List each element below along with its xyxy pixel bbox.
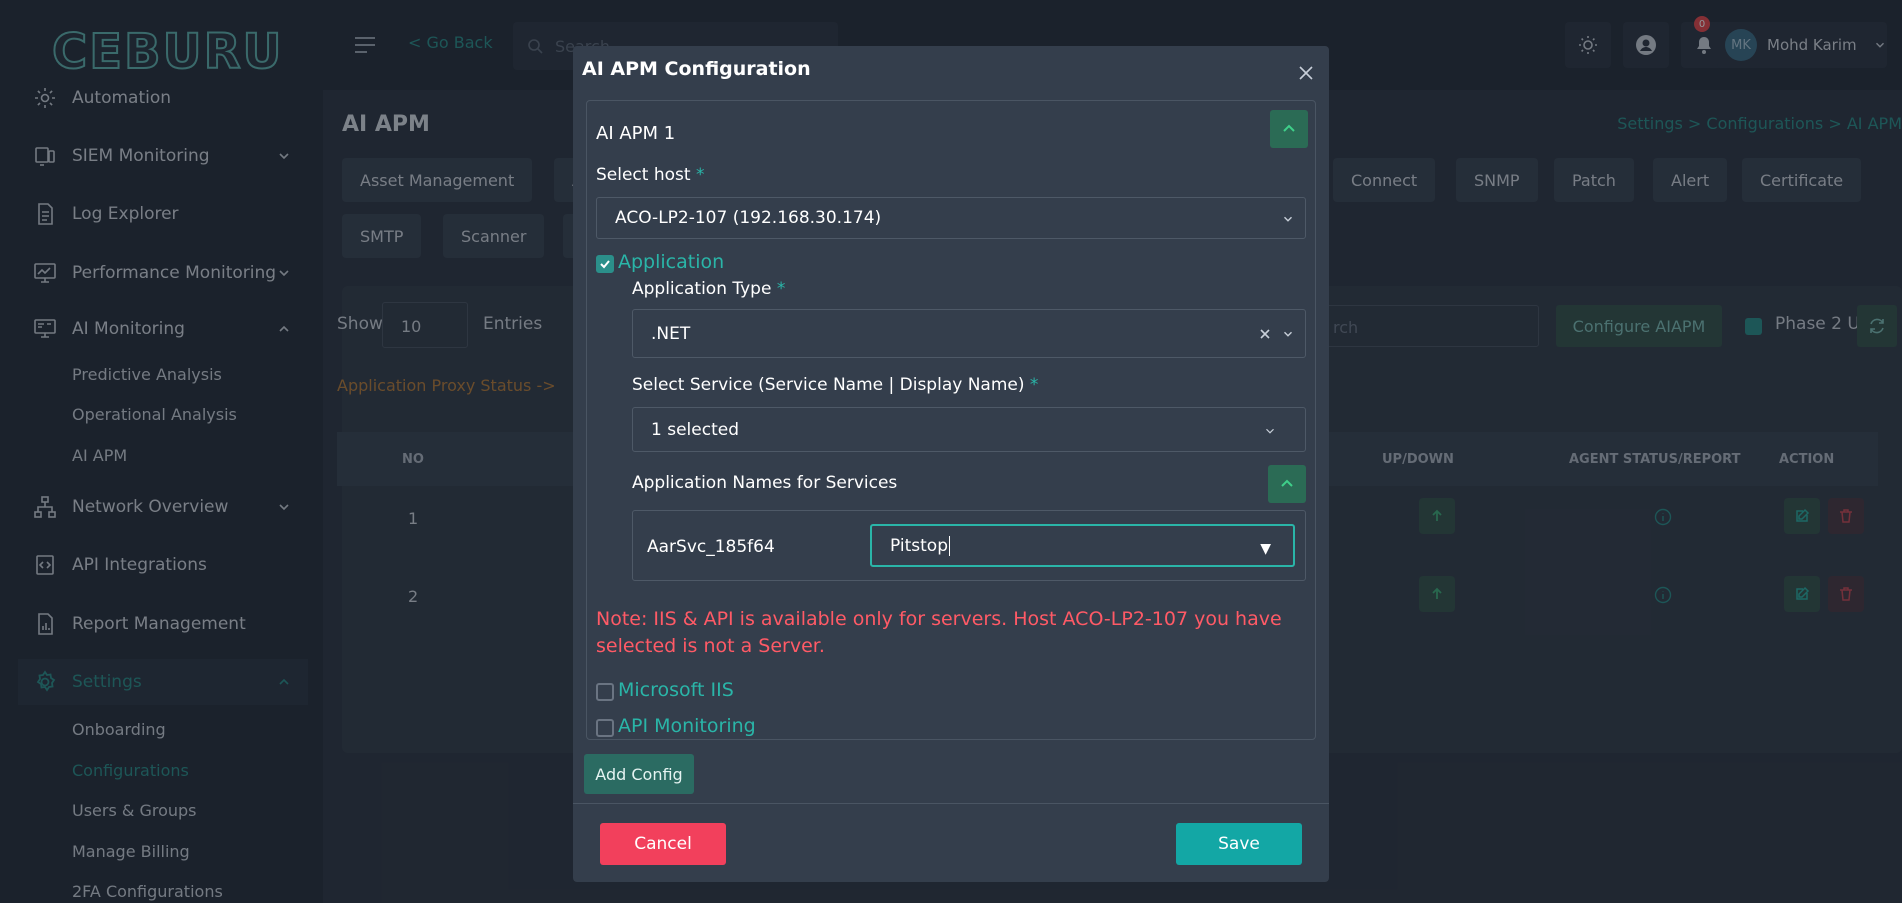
chevron-down-icon bbox=[1284, 331, 1292, 337]
service-select-value: 1 selected bbox=[651, 419, 739, 440]
iis-label[interactable]: Microsoft IIS bbox=[618, 679, 734, 701]
app-type-value: .NET bbox=[651, 323, 691, 344]
app-type-label-text: Application Type bbox=[632, 279, 772, 299]
required-mark: * bbox=[1029, 375, 1039, 395]
chevron-up-icon bbox=[1283, 124, 1295, 132]
collapse-config-button[interactable] bbox=[1270, 110, 1308, 148]
collapse-names-button[interactable] bbox=[1268, 465, 1306, 503]
required-mark: * bbox=[776, 279, 786, 299]
modal-footer: Cancel Save bbox=[573, 803, 1329, 882]
chevron-down-icon bbox=[1266, 428, 1274, 434]
service-label-text: Select Service (Service Name | Display N… bbox=[632, 375, 1025, 395]
iis-checkbox[interactable] bbox=[596, 683, 614, 701]
config-card: AI APM 1 Select host * ACO-LP2-107 (192.… bbox=[586, 100, 1316, 740]
chevron-up-icon bbox=[1281, 479, 1293, 487]
host-select-value: ACO-LP2-107 (192.168.30.174) bbox=[615, 208, 882, 228]
service-multiselect[interactable]: 1 selected bbox=[632, 407, 1306, 452]
application-checkbox[interactable] bbox=[596, 255, 614, 273]
required-mark: * bbox=[695, 165, 705, 185]
app-type-label: Application Type * bbox=[632, 279, 785, 299]
service-name: AarSvc_185f64 bbox=[647, 537, 775, 557]
cancel-button[interactable]: Cancel bbox=[600, 823, 726, 865]
close-icon[interactable] bbox=[1297, 64, 1315, 82]
chevron-down-icon bbox=[1284, 216, 1292, 222]
app-names-label: Application Names for Services bbox=[632, 473, 898, 493]
app-name-input[interactable]: Pitstop ▼ bbox=[870, 524, 1295, 567]
service-label: Select Service (Service Name | Display N… bbox=[632, 375, 1038, 395]
check-icon bbox=[600, 260, 610, 269]
text-caret bbox=[948, 535, 950, 556]
dropdown-arrow-icon[interactable]: ▼ bbox=[1260, 541, 1271, 557]
clear-icon[interactable] bbox=[1259, 328, 1271, 340]
app-names-box: AarSvc_185f64 Pitstop ▼ bbox=[632, 510, 1306, 581]
api-monitoring-label[interactable]: API Monitoring bbox=[618, 715, 756, 737]
iis-api-note: Note: IIS & API is available only for se… bbox=[596, 608, 1282, 657]
modal-title: AI APM Configuration bbox=[582, 58, 811, 80]
application-label[interactable]: Application bbox=[618, 251, 724, 273]
add-config-button[interactable]: Add Config bbox=[584, 754, 694, 794]
app-name-value: Pitstop bbox=[890, 535, 948, 556]
host-select[interactable]: ACO-LP2-107 (192.168.30.174) bbox=[596, 197, 1306, 239]
app-type-select[interactable]: .NET bbox=[632, 309, 1306, 358]
select-host-label: Select host * bbox=[596, 165, 704, 185]
save-button[interactable]: Save bbox=[1176, 823, 1302, 865]
config-card-title: AI APM 1 bbox=[596, 123, 676, 144]
select-host-label-text: Select host bbox=[596, 165, 691, 185]
ai-apm-config-modal: AI APM Configuration AI APM 1 Select hos… bbox=[573, 46, 1329, 882]
api-monitoring-checkbox[interactable] bbox=[596, 719, 614, 737]
